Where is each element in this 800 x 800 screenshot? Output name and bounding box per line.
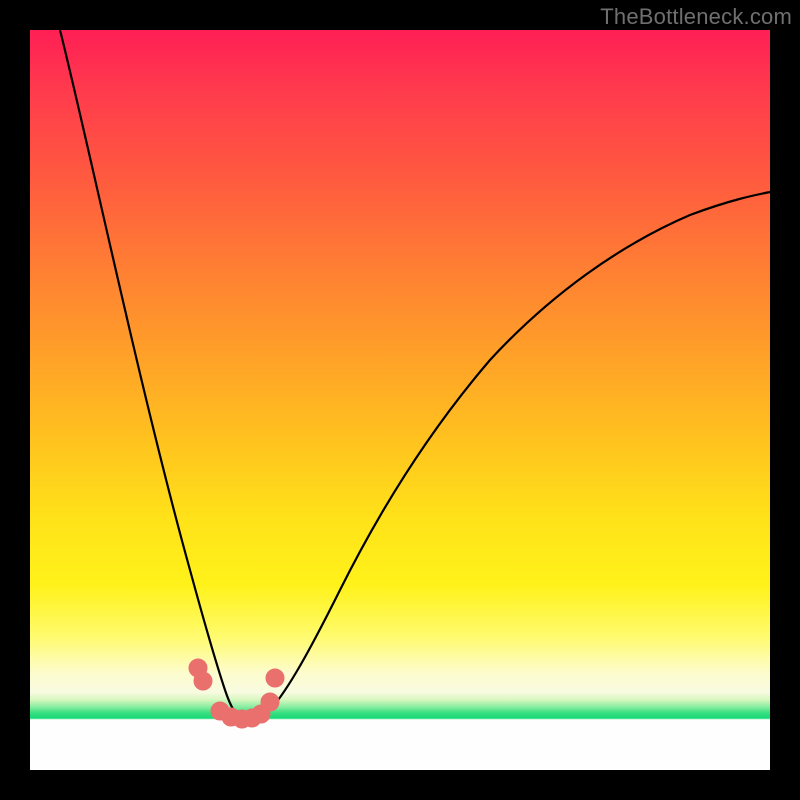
curve-svg [30, 30, 770, 770]
bottleneck-curve [60, 30, 770, 719]
curve-marker [194, 672, 212, 690]
curve-marker [261, 693, 279, 711]
watermark-text: TheBottleneck.com [600, 4, 792, 30]
plot-area [30, 30, 770, 770]
curve-markers [189, 659, 284, 728]
curve-marker [266, 669, 284, 687]
chart-frame: TheBottleneck.com [0, 0, 800, 800]
